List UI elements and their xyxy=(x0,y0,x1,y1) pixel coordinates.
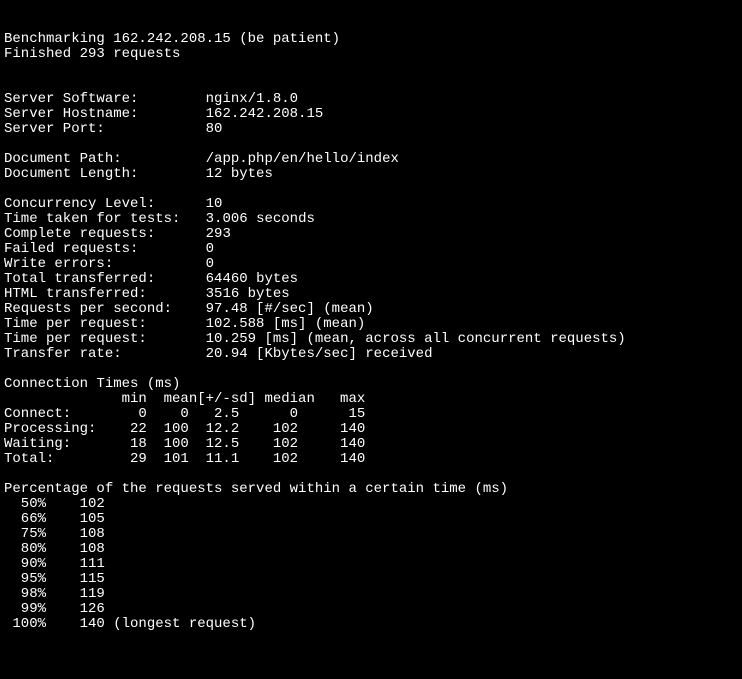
label: Concurrency Level: xyxy=(4,196,155,212)
label: Failed requests: xyxy=(4,241,138,257)
value: nginx/1.8.0 xyxy=(206,91,298,107)
blank xyxy=(4,182,738,197)
p100: 100% 140 (longest request) xyxy=(4,617,738,632)
time-taken: Time taken for tests: 3.006 seconds xyxy=(4,212,738,227)
blank xyxy=(4,77,738,92)
document-path: Document Path: /app.php/en/hello/index xyxy=(4,152,738,167)
p80: 80% 108 xyxy=(4,542,738,557)
html-transferred: HTML transferred: 3516 bytes xyxy=(4,287,738,302)
value: 10 xyxy=(206,196,223,212)
value: 0 xyxy=(206,256,214,272)
label: Server Software: xyxy=(4,91,138,107)
label: Document Length: xyxy=(4,166,138,182)
server-hostname: Server Hostname: 162.242.208.15 xyxy=(4,107,738,122)
conn-processing: Processing: 22 100 12.2 102 140 xyxy=(4,422,738,437)
label: Total transferred: xyxy=(4,271,155,287)
value: 10.259 [ms] (mean, across all concurrent… xyxy=(206,331,626,347)
value: /app.php/en/hello/index xyxy=(206,151,399,167)
time-per-request-2: Time per request: 10.259 [ms] (mean, acr… xyxy=(4,332,738,347)
p99: 99% 126 xyxy=(4,602,738,617)
write-errors: Write errors: 0 xyxy=(4,257,738,272)
blank xyxy=(4,62,738,77)
time-per-request-1: Time per request: 102.588 [ms] (mean) xyxy=(4,317,738,332)
value: 97.48 [#/sec] (mean) xyxy=(206,301,374,317)
value: 80 xyxy=(206,121,223,137)
label: Server Hostname: xyxy=(4,106,138,122)
finished-line: Finished 293 requests xyxy=(4,47,738,62)
value: 293 xyxy=(206,226,231,242)
conn-times-header: min mean[+/-sd] median max xyxy=(4,392,738,407)
concurrency: Concurrency Level: 10 xyxy=(4,197,738,212)
p98: 98% 119 xyxy=(4,587,738,602)
total-transferred: Total transferred: 64460 bytes xyxy=(4,272,738,287)
label: Complete requests: xyxy=(4,226,155,242)
server-software: Server Software: nginx/1.8.0 xyxy=(4,92,738,107)
failed-requests: Failed requests: 0 xyxy=(4,242,738,257)
value: 3516 bytes xyxy=(206,286,290,302)
p90: 90% 111 xyxy=(4,557,738,572)
label: Time per request: xyxy=(4,316,147,332)
blank xyxy=(4,467,738,482)
percentiles-title: Percentage of the requests served within… xyxy=(4,482,738,497)
label: Write errors: xyxy=(4,256,113,272)
label: Server Port: xyxy=(4,121,105,137)
conn-connect: Connect: 0 0 2.5 0 15 xyxy=(4,407,738,422)
benchmarking-line: Benchmarking 162.242.208.15 (be patient) xyxy=(4,32,738,47)
conn-times-title: Connection Times (ms) xyxy=(4,377,738,392)
conn-waiting: Waiting: 18 100 12.5 102 140 xyxy=(4,437,738,452)
label: Time per request: xyxy=(4,331,147,347)
value: 20.94 [Kbytes/sec] received xyxy=(206,346,433,362)
server-port: Server Port: 80 xyxy=(4,122,738,137)
value: 0 xyxy=(206,241,214,257)
label: Requests per second: xyxy=(4,301,172,317)
label: HTML transferred: xyxy=(4,286,147,302)
label: Time taken for tests: xyxy=(4,211,180,227)
value: 102.588 [ms] (mean) xyxy=(206,316,366,332)
document-length: Document Length: 12 bytes xyxy=(4,167,738,182)
requests-per-second: Requests per second: 97.48 [#/sec] (mean… xyxy=(4,302,738,317)
p50: 50% 102 xyxy=(4,497,738,512)
conn-total: Total: 29 101 11.1 102 140 xyxy=(4,452,738,467)
p95: 95% 115 xyxy=(4,572,738,587)
transfer-rate: Transfer rate: 20.94 [Kbytes/sec] receiv… xyxy=(4,347,738,362)
p75: 75% 108 xyxy=(4,527,738,542)
value: 64460 bytes xyxy=(206,271,298,287)
blank xyxy=(4,362,738,377)
blank xyxy=(4,137,738,152)
value: 12 bytes xyxy=(206,166,273,182)
complete-requests: Complete requests: 293 xyxy=(4,227,738,242)
value: 162.242.208.15 xyxy=(206,106,324,122)
label: Transfer rate: xyxy=(4,346,122,362)
label: Document Path: xyxy=(4,151,122,167)
p66: 66% 105 xyxy=(4,512,738,527)
value: 3.006 seconds xyxy=(206,211,315,227)
